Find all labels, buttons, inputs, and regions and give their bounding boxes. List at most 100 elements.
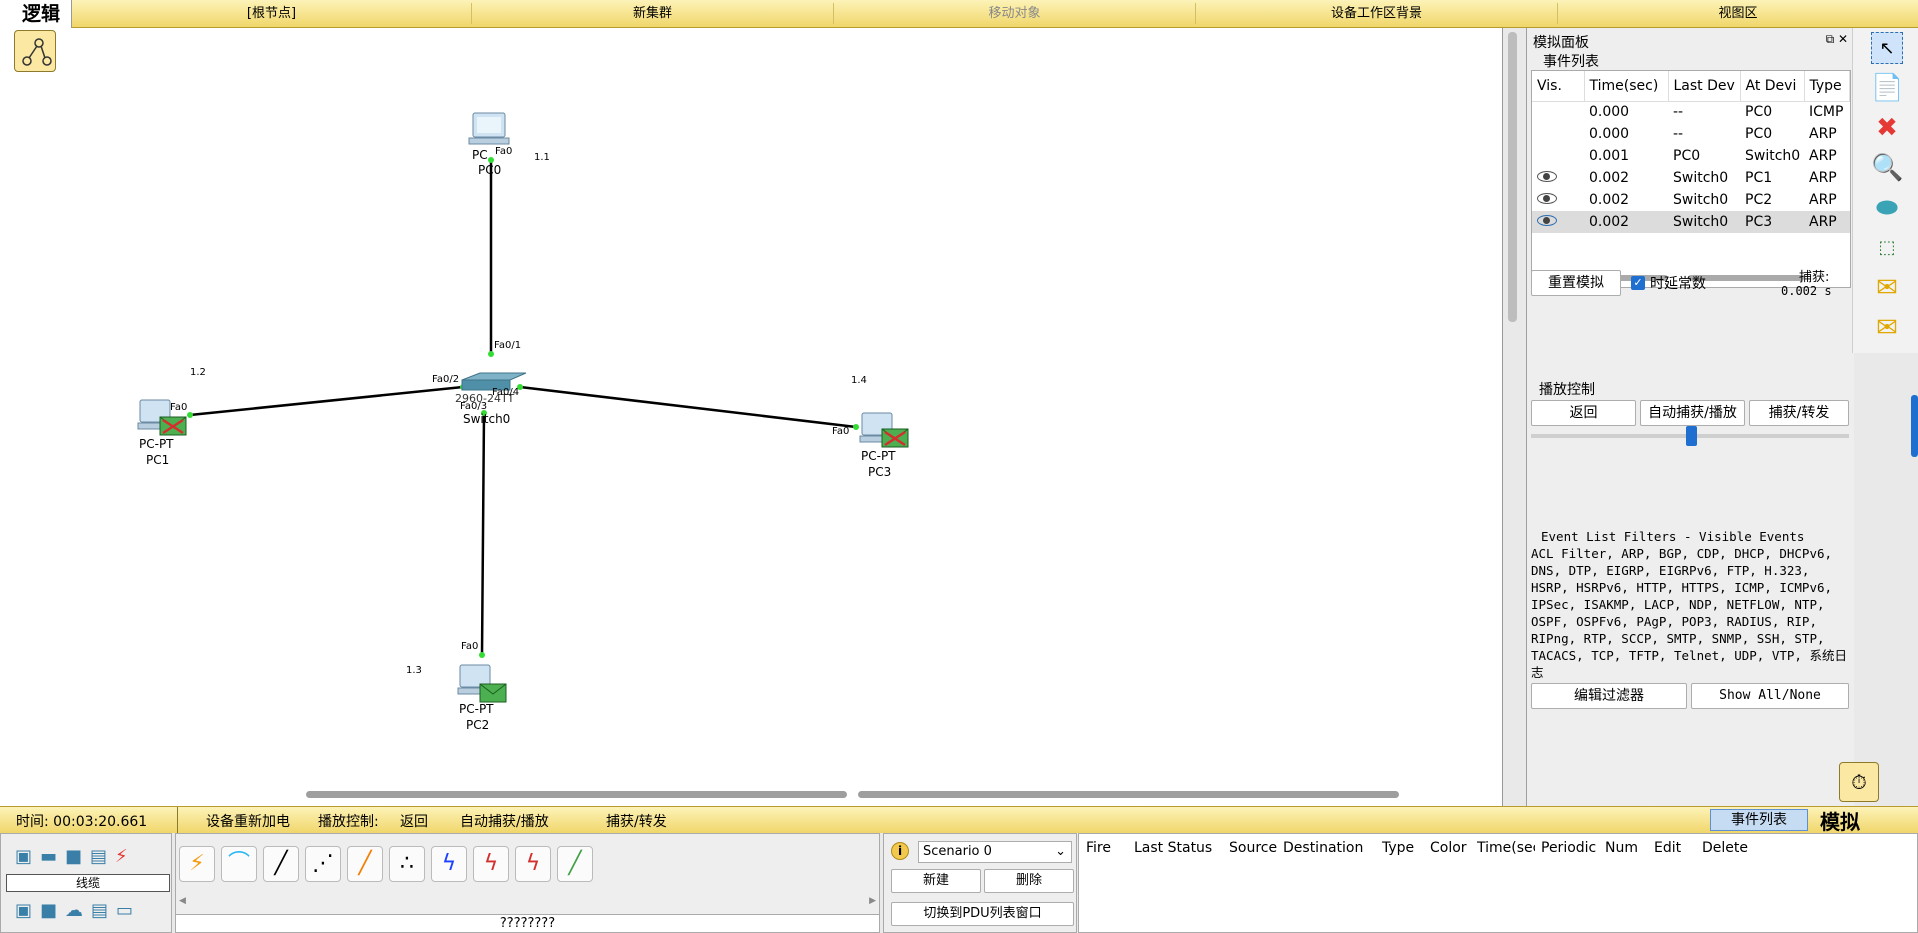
pdu-column-header[interactable]: Destination (1283, 840, 1363, 856)
event-at-device: Switch0 (1745, 148, 1801, 164)
pdu-column-header[interactable]: Fire (1086, 840, 1111, 856)
power-cycle-button[interactable]: 设备重新加电 (206, 811, 290, 831)
serial-dte-cable-icon[interactable]: ϟ (515, 846, 551, 882)
pdu-column-header[interactable]: Num (1605, 840, 1638, 856)
draw-shape-icon[interactable]: ⬬ (1871, 192, 1903, 224)
delete-scenario-button[interactable]: 删除 (984, 869, 1074, 893)
auto-connection-icon[interactable]: ⚡ (179, 846, 215, 882)
event-filters-area: Event List Filters - Visible Events ACL … (1531, 528, 1853, 681)
event-vis (1532, 189, 1584, 211)
new-scenario-button[interactable]: 新建 (891, 869, 981, 893)
pc3-name-label[interactable]: PC3 (868, 465, 891, 479)
add-simple-pdu-icon[interactable]: ✉ (1871, 272, 1903, 304)
event-at-device: PC0 (1745, 104, 1773, 121)
crossover-cable-icon[interactable]: ⋰ (305, 846, 341, 882)
bottom-capture-button[interactable]: 捕获/转发 (606, 811, 667, 831)
eye-icon (1537, 215, 1557, 226)
device-subcategories[interactable]: ▣■☁▤▭ (15, 900, 141, 921)
bottom-auto-button[interactable]: 自动捕获/播放 (460, 811, 549, 831)
workspace-horizontal-scrollbar-2[interactable] (858, 791, 1399, 798)
pc3-ip-label: 1.4 (851, 375, 867, 386)
right-toolbar-scrollbar[interactable] (1911, 395, 1918, 457)
pdu-column-header[interactable]: Time(sec (1477, 840, 1535, 856)
auto-capture-play-button[interactable]: 自动捕获/播放 (1640, 400, 1745, 426)
pc1-name-label[interactable]: PC1 (146, 453, 169, 467)
workspace-vertical-scrollbar[interactable] (1508, 32, 1517, 322)
pc2-name-label[interactable]: PC2 (466, 718, 489, 732)
pc1-model-label: PC-PT (139, 437, 174, 451)
link-pc3-switch0 (519, 385, 857, 429)
event-row[interactable]: 0.001 PC0 Switch0 ARP (1532, 145, 1850, 167)
pdu-list-table[interactable]: Fire Last Status Source Destination Type… (1078, 833, 1918, 933)
link-pc1-switch0 (189, 385, 464, 417)
serial-dce-cable-icon[interactable]: ϟ (473, 846, 509, 882)
capture-forward-button[interactable]: 捕获/转发 (1749, 400, 1849, 426)
phone-cable-icon[interactable]: ∴ (389, 846, 425, 882)
column-header[interactable]: Last Dev (1668, 71, 1741, 102)
column-header[interactable]: At Devi (1740, 71, 1805, 102)
pc0-name-label[interactable]: PC0 (478, 163, 501, 177)
workspace-horizontal-scrollbar[interactable] (306, 791, 847, 798)
resize-shape-icon[interactable]: ⬚ (1871, 232, 1903, 264)
event-at-device: PC2 (1745, 192, 1773, 208)
reset-simulation-button[interactable]: 重置模拟 (1531, 270, 1621, 296)
simulation-mode-label[interactable]: 模拟 (1820, 806, 1860, 835)
inspect-icon[interactable]: 🔍 (1871, 152, 1903, 184)
pdu-column-header[interactable]: Color (1430, 840, 1467, 856)
add-complex-pdu-icon[interactable]: ✉ (1871, 312, 1903, 344)
speed-slider-thumb[interactable] (1686, 426, 1697, 446)
event-time: 0.001 (1589, 148, 1630, 164)
event-row[interactable]: 0.000 -- PC0 ARP (1532, 123, 1850, 145)
connection-panel-scrollbar[interactable]: ◀ ▶ (179, 896, 876, 906)
select-icon[interactable]: ↖ (1871, 32, 1903, 64)
column-header[interactable]: Vis. (1532, 71, 1585, 102)
event-last-device: -- (1673, 126, 1684, 142)
switch0-name-label[interactable]: Switch0 (463, 412, 510, 426)
scenario-select[interactable]: Scenario 0 ⌄ (918, 841, 1072, 863)
console-cable-icon[interactable]: ⌒ (221, 846, 257, 882)
pdu-column-header[interactable]: Source (1229, 840, 1277, 856)
root-node-button[interactable]: [根节点] (72, 3, 472, 24)
event-list-table[interactable]: Vis. Time(sec) Last Dev At Devi Type 0.0… (1531, 70, 1851, 288)
logical-view-icon[interactable] (14, 30, 56, 72)
sim-panel-title: 模拟面板 (1533, 35, 1589, 51)
pdu-column-header[interactable]: Edit (1654, 840, 1681, 856)
octal-cable-icon[interactable]: ╱ (557, 846, 593, 882)
switch0-port-fa02: Fa0/2 (432, 374, 460, 385)
workspace-background-button[interactable]: 设备工作区背景 (1196, 3, 1558, 24)
straight-through-cable-icon[interactable]: ╱ (263, 846, 299, 882)
delete-icon[interactable]: ✖ (1871, 112, 1903, 144)
pdu-column-header[interactable]: Type (1382, 840, 1414, 856)
event-row[interactable]: 0.000 -- PC0 ICMP (1532, 101, 1850, 123)
new-cluster-button[interactable]: 新集群 (472, 3, 834, 24)
event-row[interactable]: 0.002 Switch0 PC2 ARP (1532, 189, 1850, 211)
column-header[interactable]: Time(sec) (1584, 71, 1669, 102)
event-list-tab[interactable]: 事件列表 (1710, 809, 1808, 831)
move-object-button[interactable]: 移动对象 (834, 3, 1196, 24)
pdu-column-header[interactable]: Periodic (1541, 840, 1596, 856)
show-all-none-button[interactable]: Show All/None (1691, 683, 1849, 709)
switch-pdu-list-button[interactable]: 切换到PDU列表窗口 (891, 902, 1074, 926)
fiber-cable-icon[interactable]: ╱ (347, 846, 383, 882)
info-icon[interactable]: i (891, 842, 909, 860)
logical-mode-label[interactable]: 逻辑 (0, 0, 72, 28)
pc0-model-label: PC (472, 148, 488, 162)
event-row-selected[interactable]: 0.002 Switch0 PC3 ARP (1532, 211, 1850, 233)
switch0-model-label: 2960-24TT (455, 392, 515, 405)
pdu-column-header[interactable]: Last Status (1134, 840, 1212, 856)
constant-delay-checkbox[interactable]: ✓ (1631, 276, 1645, 290)
column-header[interactable]: Type (1804, 71, 1850, 102)
simulation-view-icon[interactable]: ⏱ (1839, 762, 1879, 802)
coaxial-cable-icon[interactable]: ϟ (431, 846, 467, 882)
back-button[interactable]: 返回 (1531, 400, 1636, 426)
note-icon[interactable]: 📄 (1871, 72, 1903, 104)
bottom-back-button[interactable]: 返回 (400, 811, 428, 831)
viewport-button[interactable]: 视图区 (1558, 3, 1918, 24)
edit-filters-button[interactable]: 编辑过滤器 (1531, 683, 1687, 709)
pdu-column-header[interactable]: Delete (1702, 840, 1748, 856)
logical-workspace[interactable]: PC Fa0 PC0 1.1 Fa0/1 Fa0/2 Fa0/3 Fa0/4 2… (0, 28, 1503, 806)
event-row[interactable]: 0.002 Switch0 PC1 ARP (1532, 167, 1850, 189)
device-categories[interactable]: ▣▬■▤⚡ (15, 846, 136, 867)
event-at-device: PC0 (1745, 126, 1773, 142)
panel-window-buttons[interactable]: ⧉ ✕ (1826, 32, 1848, 47)
